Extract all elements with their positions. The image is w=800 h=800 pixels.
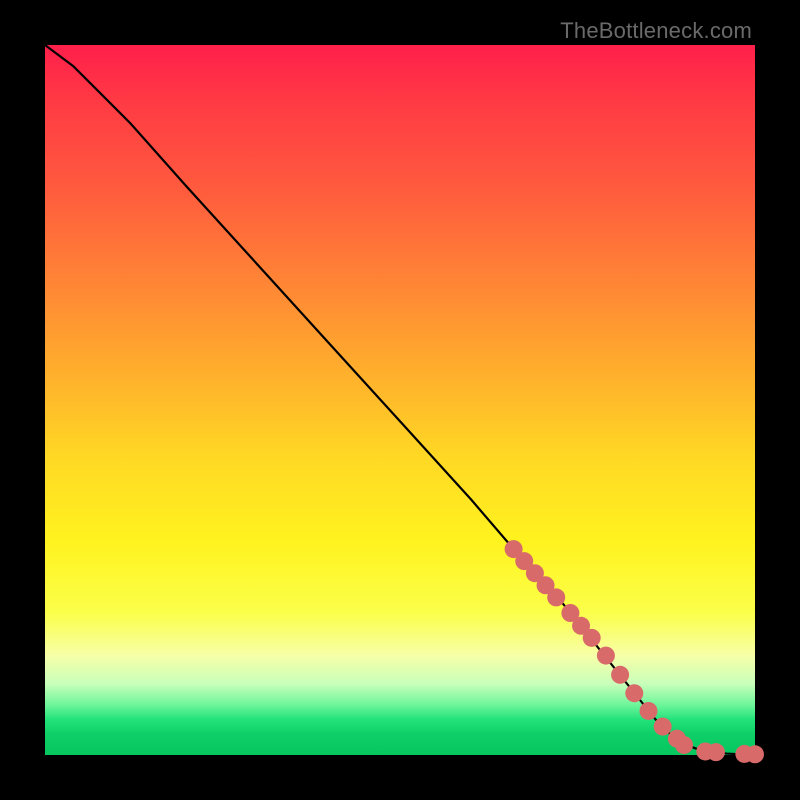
dot <box>640 702 658 720</box>
dot <box>675 736 693 754</box>
bottleneck-curve <box>45 45 755 754</box>
dot <box>547 588 565 606</box>
watermark-text: TheBottleneck.com <box>560 18 752 44</box>
dot <box>654 718 672 736</box>
dot <box>707 743 725 761</box>
dot <box>746 745 764 763</box>
highlight-dots <box>505 540 764 763</box>
dot <box>597 647 615 665</box>
chart-frame: TheBottleneck.com <box>0 0 800 800</box>
plot-area <box>45 45 755 755</box>
dot <box>625 684 643 702</box>
dot <box>583 629 601 647</box>
chart-svg <box>45 45 755 755</box>
dot <box>611 666 629 684</box>
